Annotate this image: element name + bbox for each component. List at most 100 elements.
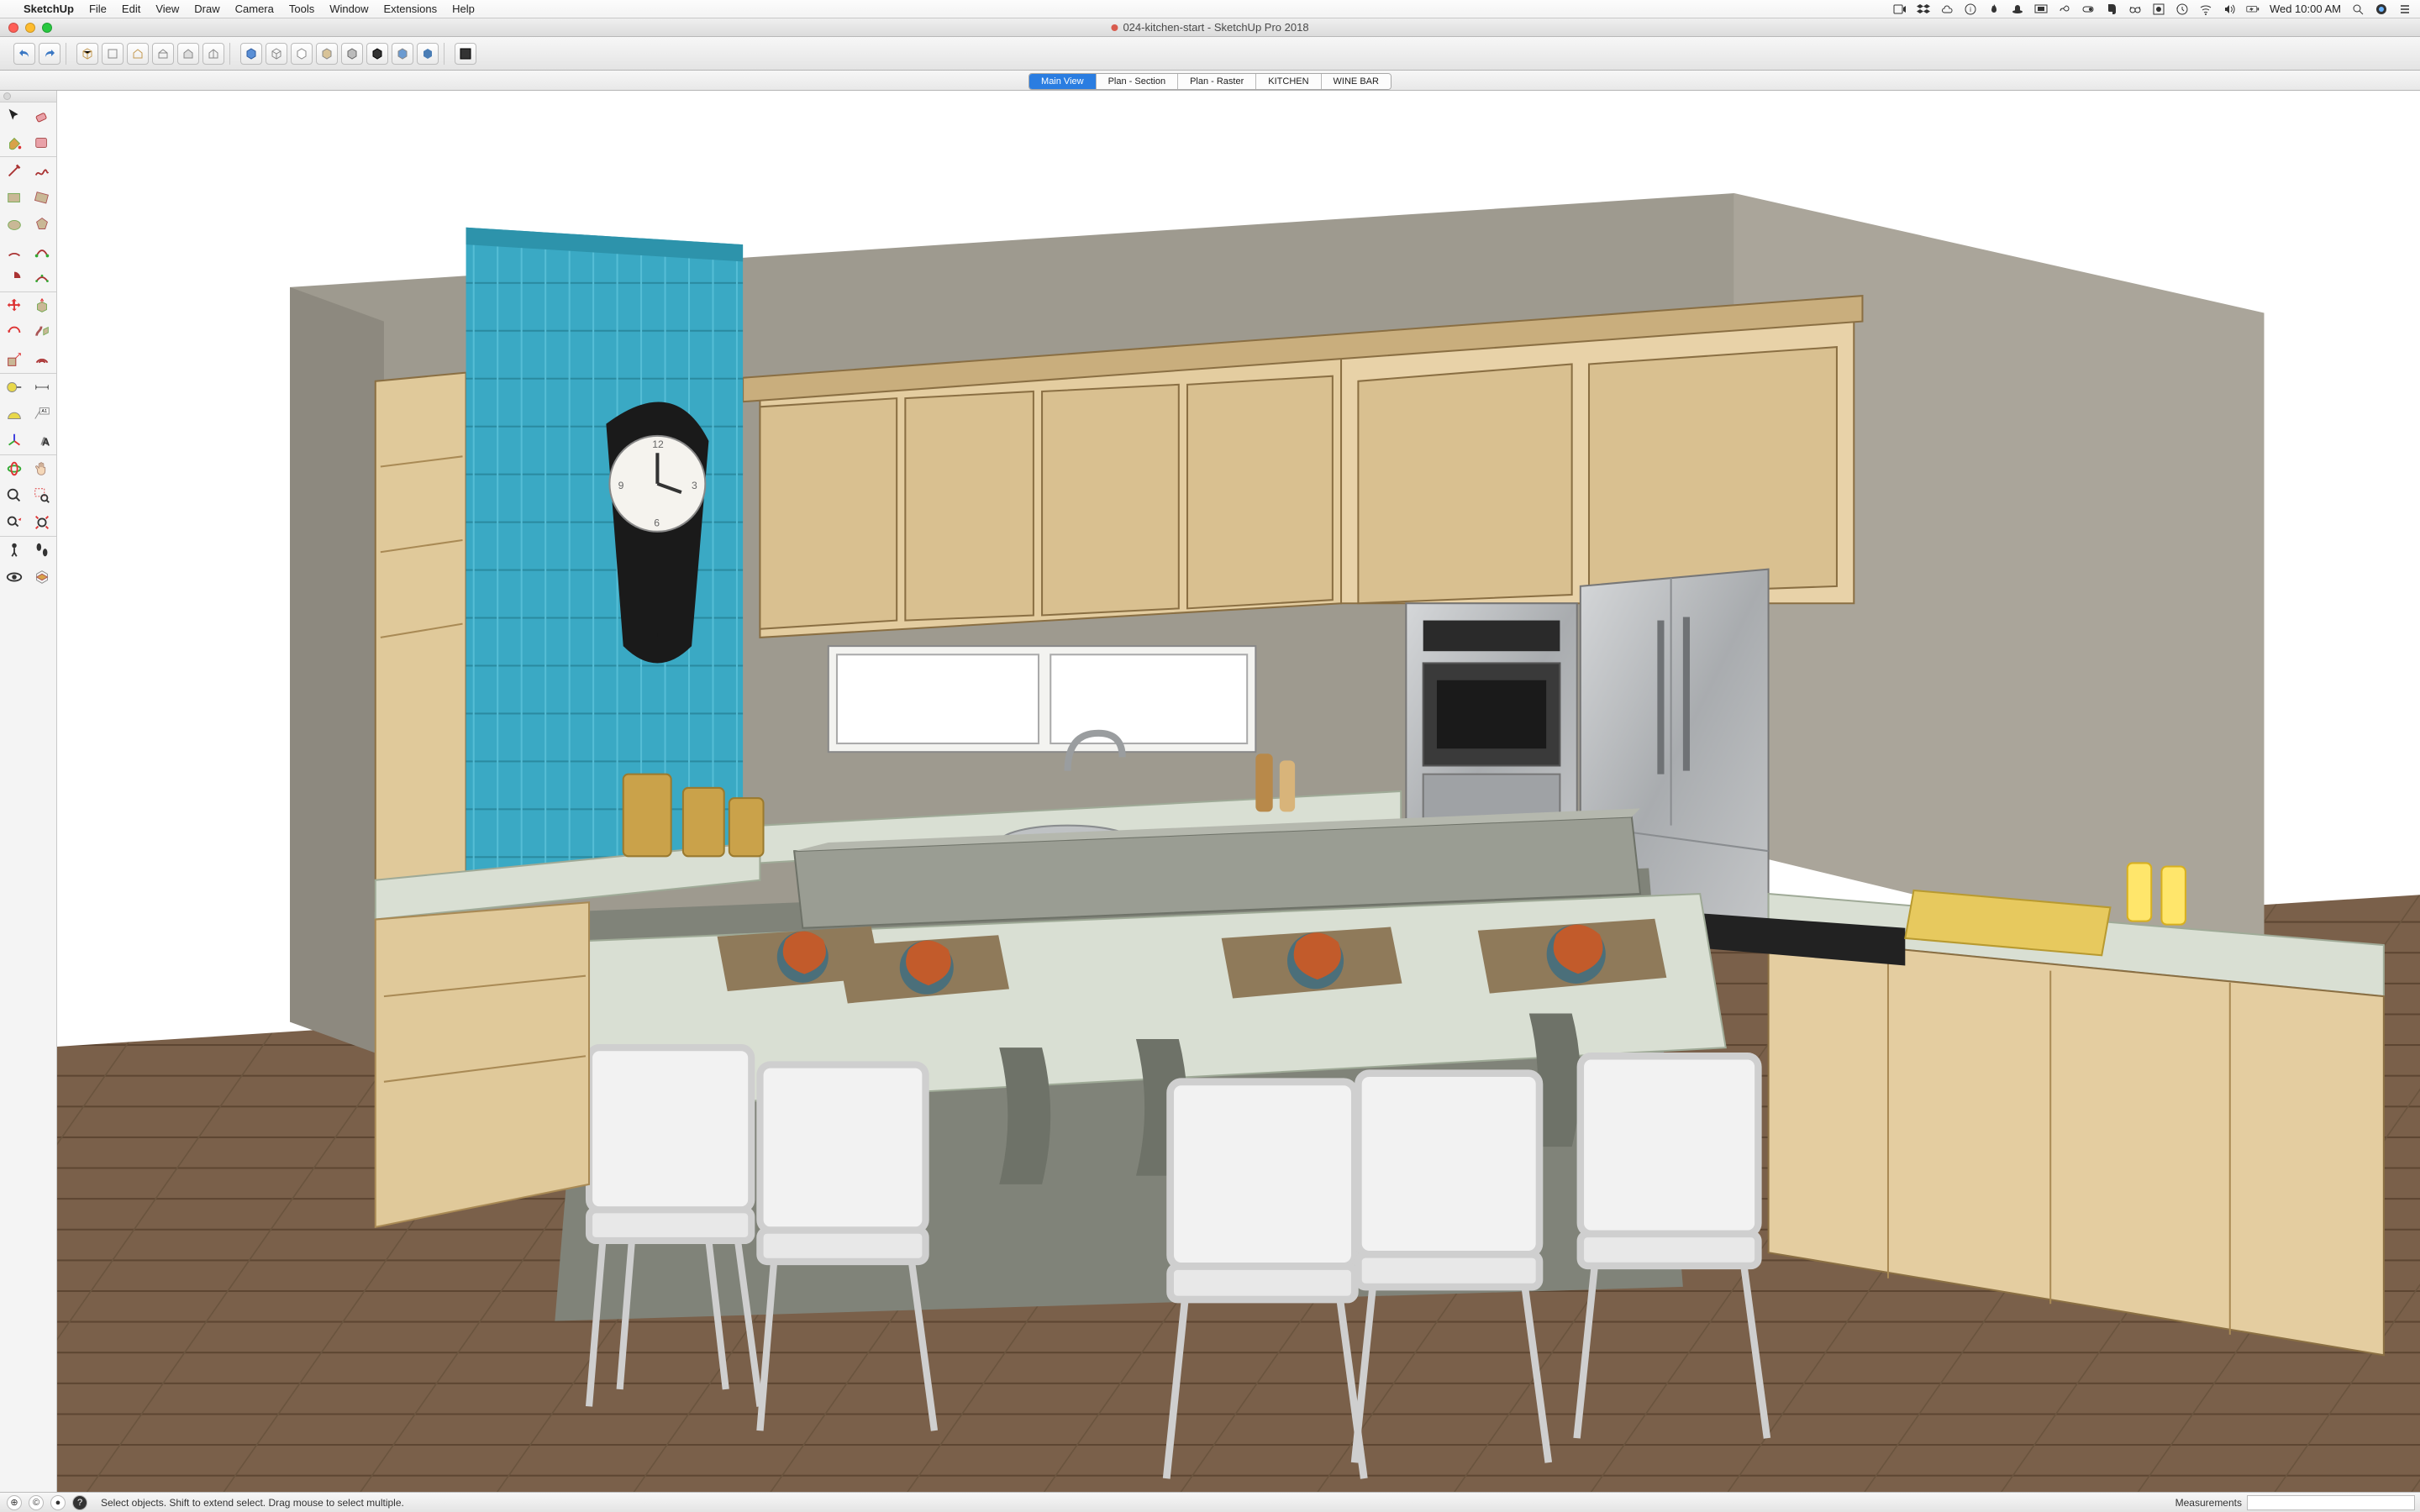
style-hidden-line-button[interactable] xyxy=(291,43,313,65)
credits-button[interactable]: © xyxy=(29,1495,44,1510)
section-plane-tool[interactable] xyxy=(29,564,57,591)
style-back-edges-button[interactable] xyxy=(392,43,413,65)
menu-view[interactable]: View xyxy=(155,3,179,15)
menu-draw[interactable]: Draw xyxy=(194,3,219,15)
infinity-icon[interactable] xyxy=(2058,3,2071,16)
hat-icon[interactable] xyxy=(2011,3,2024,16)
measurements-input[interactable] xyxy=(2247,1495,2415,1510)
palette-titlebar[interactable] xyxy=(0,91,56,102)
menubar-clock[interactable]: Wed 10:00 AM xyxy=(2270,3,2341,15)
protractor-tool[interactable] xyxy=(0,401,29,428)
style-sky-button[interactable] xyxy=(417,43,439,65)
paint-bucket-tool[interactable] xyxy=(0,129,29,156)
3d-text-tool[interactable]: AA xyxy=(29,428,57,454)
glasses-icon[interactable] xyxy=(2128,3,2142,16)
dropbox-icon[interactable] xyxy=(1917,3,1930,16)
time-machine-icon[interactable] xyxy=(2175,3,2189,16)
left-view-button[interactable] xyxy=(203,43,224,65)
select-tool[interactable] xyxy=(0,102,29,129)
eraser-tool[interactable] xyxy=(29,102,57,129)
arc-tool[interactable] xyxy=(0,238,29,265)
scene-tab-plan-raster[interactable]: Plan - Raster xyxy=(1178,74,1256,89)
style-monochrome-button[interactable] xyxy=(341,43,363,65)
help-tip-button[interactable]: ? xyxy=(72,1495,87,1510)
redo-button[interactable] xyxy=(39,43,60,65)
rotated-rect-tool[interactable] xyxy=(29,184,57,211)
follow-me-tool[interactable] xyxy=(29,319,57,346)
back-view-button[interactable] xyxy=(177,43,199,65)
polygon-tool[interactable] xyxy=(29,211,57,238)
line-tool[interactable] xyxy=(0,157,29,184)
menu-edit[interactable]: Edit xyxy=(122,3,140,15)
style-shaded-button[interactable] xyxy=(240,43,262,65)
three-point-arc-tool[interactable] xyxy=(29,265,57,291)
tape-measure-tool[interactable] xyxy=(0,374,29,401)
previous-view-tool[interactable] xyxy=(0,509,29,536)
axes-tool[interactable] xyxy=(0,428,29,454)
pan-tool[interactable] xyxy=(29,455,57,482)
flame-icon[interactable] xyxy=(1987,3,2001,16)
scene-tab-main-view[interactable]: Main View xyxy=(1029,74,1097,89)
model-viewport[interactable]: 12369 xyxy=(57,91,2420,1492)
scene-tab-kitchen[interactable]: KITCHEN xyxy=(1256,74,1321,89)
move-tool[interactable] xyxy=(0,292,29,319)
displays-icon[interactable] xyxy=(2034,3,2048,16)
push-pull-tool[interactable] xyxy=(29,292,57,319)
fullscreen-window-button[interactable] xyxy=(42,23,52,33)
app-name[interactable]: SketchUp xyxy=(24,3,74,15)
geo-location-button[interactable]: ⊕ xyxy=(7,1495,22,1510)
menu-tools[interactable]: Tools xyxy=(289,3,314,15)
layers-button[interactable] xyxy=(455,43,476,65)
circle-tool[interactable] xyxy=(0,211,29,238)
scene-tab-wine-bar[interactable]: WINE BAR xyxy=(1322,74,1391,89)
volume-icon[interactable] xyxy=(2223,3,2236,16)
offset-tool[interactable] xyxy=(29,346,57,373)
top-toolbar xyxy=(0,37,2420,71)
spotlight-icon[interactable] xyxy=(2351,3,2365,16)
iso-view-button[interactable] xyxy=(76,43,98,65)
switch-icon[interactable] xyxy=(2081,3,2095,16)
menu-extensions[interactable]: Extensions xyxy=(383,3,437,15)
menu-window[interactable]: Window xyxy=(329,3,368,15)
record-icon[interactable] xyxy=(2152,3,2165,16)
menu-file[interactable]: File xyxy=(89,3,107,15)
right-view-button[interactable] xyxy=(152,43,174,65)
zoom-extents-tool[interactable] xyxy=(29,509,57,536)
close-window-button[interactable] xyxy=(8,23,18,33)
dimension-tool[interactable] xyxy=(29,374,57,401)
style-wireframe-button[interactable] xyxy=(266,43,287,65)
undo-button[interactable] xyxy=(13,43,35,65)
two-point-arc-tool[interactable] xyxy=(29,238,57,265)
scale-tool[interactable] xyxy=(0,346,29,373)
material-tool[interactable] xyxy=(29,129,57,156)
orbit-tool[interactable] xyxy=(0,455,29,482)
front-view-button[interactable] xyxy=(127,43,149,65)
look-around-tool[interactable] xyxy=(0,564,29,591)
style-xray-button[interactable] xyxy=(366,43,388,65)
screen-record-icon[interactable] xyxy=(1893,3,1907,16)
battery-icon[interactable] xyxy=(2246,3,2260,16)
walk-tool[interactable] xyxy=(29,537,57,564)
zoom-window-tool[interactable] xyxy=(29,482,57,509)
cloud-icon[interactable] xyxy=(1940,3,1954,16)
position-camera-tool[interactable] xyxy=(0,537,29,564)
pie-tool[interactable] xyxy=(0,265,29,291)
scene-tabs: Main View Plan - Section Plan - Raster K… xyxy=(1028,73,1392,90)
style-shaded-textures-button[interactable] xyxy=(316,43,338,65)
siri-icon[interactable] xyxy=(2375,3,2388,16)
info-icon[interactable]: i xyxy=(1964,3,1977,16)
rectangle-tool[interactable] xyxy=(0,184,29,211)
top-view-button[interactable] xyxy=(102,43,124,65)
text-tool[interactable]: A1 xyxy=(29,401,57,428)
scene-tab-plan-section[interactable]: Plan - Section xyxy=(1097,74,1178,89)
menu-camera[interactable]: Camera xyxy=(235,3,274,15)
minimize-window-button[interactable] xyxy=(25,23,35,33)
wifi-icon[interactable] xyxy=(2199,3,2212,16)
evernote-icon[interactable] xyxy=(2105,3,2118,16)
menu-help[interactable]: Help xyxy=(452,3,475,15)
zoom-tool[interactable] xyxy=(0,482,29,509)
freehand-tool[interactable] xyxy=(29,157,57,184)
notification-center-icon[interactable] xyxy=(2398,3,2412,16)
rotate-tool[interactable] xyxy=(0,319,29,346)
claim-button[interactable]: ● xyxy=(50,1495,66,1510)
